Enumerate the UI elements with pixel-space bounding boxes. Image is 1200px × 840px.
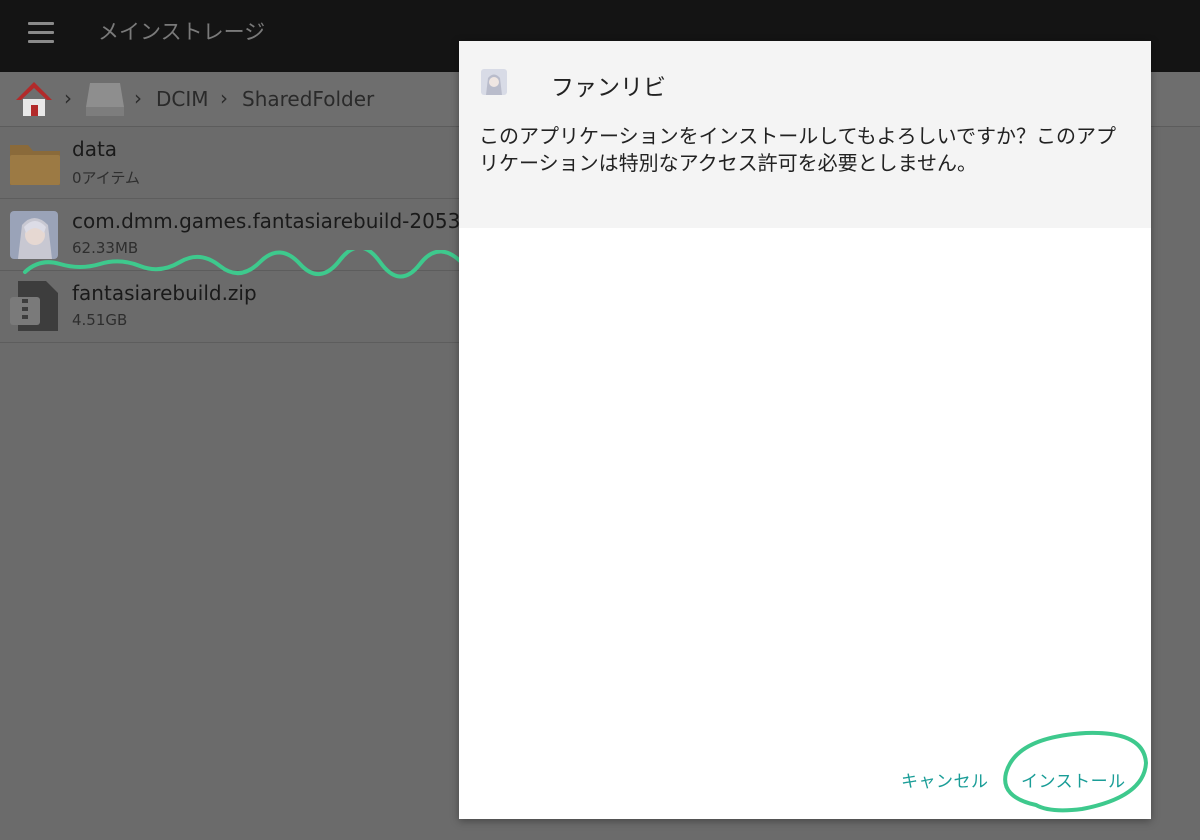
app-icon — [481, 69, 507, 95]
app-title: メインストレージ — [98, 20, 266, 44]
dialog-title: ファンリビ — [551, 75, 666, 101]
list-item[interactable]: fantasiarebuild.zip 4.51GB — [0, 271, 460, 343]
cancel-button[interactable]: キャンセル — [901, 767, 989, 792]
file-meta: 0アイテム — [72, 169, 141, 187]
dialog-header: ファンリビ このアプリケーションをインストールしてもよろしいですか？このアプリケ… — [459, 41, 1151, 228]
dialog-message: このアプリケーションをインストールしてもよろしいですか？このアプリケーションは特… — [479, 124, 1116, 175]
file-meta: 4.51GB — [72, 311, 128, 329]
zip-file-icon — [10, 281, 58, 331]
breadcrumb-item-sharedfolder[interactable]: SharedFolder — [242, 87, 374, 111]
chevron-right-icon: › — [64, 86, 72, 110]
annotation-underline — [23, 250, 467, 279]
storage-drive-icon[interactable] — [84, 81, 126, 117]
home-icon[interactable] — [14, 80, 54, 118]
breadcrumb-item-dcim[interactable]: DCIM — [156, 87, 209, 111]
file-name: data — [72, 137, 118, 161]
file-name: com.dmm.games.fantasiarebuild-2053 — [72, 209, 461, 233]
chevron-right-icon: › — [134, 86, 142, 110]
chevron-right-icon: › — [220, 86, 228, 110]
install-dialog: ファンリビ このアプリケーションをインストールしてもよろしいですか？このアプリケ… — [459, 41, 1151, 819]
folder-icon — [10, 145, 60, 185]
annotation-circle — [1003, 730, 1149, 813]
hamburger-menu-icon[interactable] — [28, 22, 54, 44]
file-name: fantasiarebuild.zip — [72, 281, 257, 305]
list-item[interactable]: data 0アイテム — [0, 127, 460, 199]
